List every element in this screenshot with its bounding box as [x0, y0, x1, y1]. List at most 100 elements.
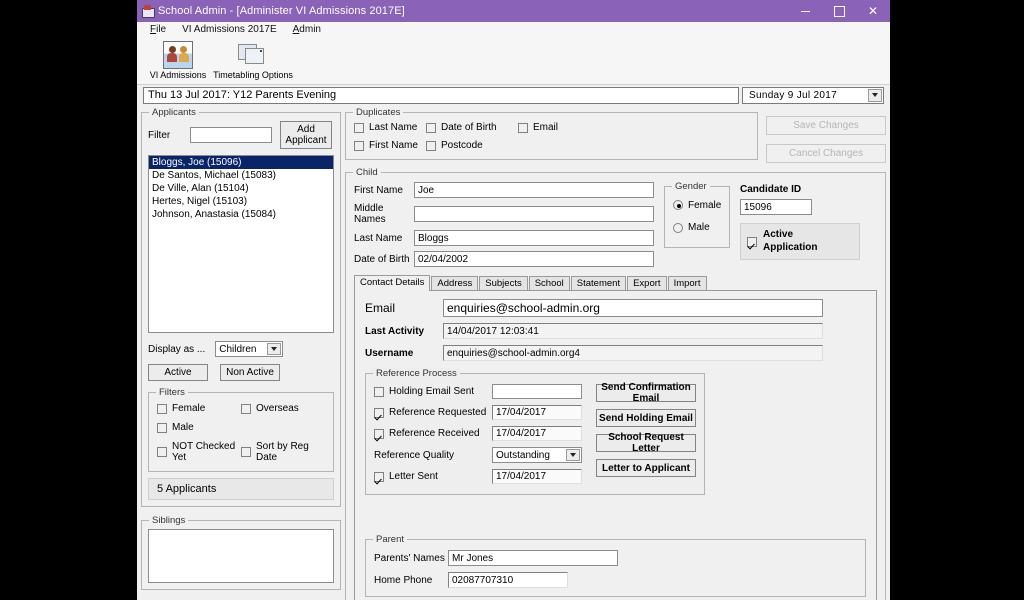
letter-sent-date[interactable]: 17/04/2017 [492, 469, 582, 484]
gender-radio-male[interactable]: Male [673, 222, 710, 233]
tab-address[interactable]: Address [431, 276, 479, 290]
send-holding-email-button[interactable]: Send Holding Email [596, 409, 696, 427]
toolbar-button-vi-admissions[interactable]: VI Admissions [145, 39, 211, 80]
reference-process-title: Reference Process [373, 368, 460, 379]
tab-subjects[interactable]: Subjects [479, 276, 528, 290]
chevron-down-icon[interactable] [267, 343, 282, 355]
active-application-label-line2: Application [763, 241, 818, 253]
reference-requested-date[interactable]: 17/04/2017 [492, 405, 582, 420]
email-row: Email enquiries@school-admin.org [365, 299, 866, 317]
cancel-changes-button[interactable]: Cancel Changes [766, 144, 886, 163]
tab-import[interactable]: Import [667, 276, 707, 290]
menu-item-file[interactable]: File [142, 24, 174, 35]
list-item[interactable]: Johnson, Anastasia (15084) [149, 208, 333, 221]
menu-item-vi-admissions[interactable]: VI Admissions 2017E [174, 24, 285, 35]
active-application-checkbox[interactable] [747, 236, 757, 247]
middle-names-input[interactable] [414, 206, 654, 222]
filter-label-not-checked-yet: NOT Checked Yet [172, 441, 236, 463]
reference-checkbox-holding-email-sent[interactable]: Holding Email Sent [374, 386, 492, 397]
filter-checkbox-not-checked-yet[interactable]: NOT Checked Yet [157, 441, 241, 463]
tab-contact-details[interactable]: Contact Details [354, 275, 431, 291]
reference-process-group: Reference Process Holding Email Sent Ref… [365, 368, 705, 495]
reference-checkbox-letter-sent[interactable]: Letter Sent [374, 471, 492, 482]
date-picker-value: Sunday 9 Jul 2017 [749, 89, 837, 101]
date-picker[interactable]: Sunday 9 Jul 2017 [742, 86, 884, 104]
reference-checkbox-reference-requested[interactable]: Reference Requested [374, 407, 492, 418]
filter-checkbox-overseas[interactable]: Overseas [241, 403, 325, 414]
menu-item-admin[interactable]: Admin [285, 24, 329, 35]
candidate-id-label: Candidate ID [740, 184, 802, 195]
display-as-value: Children [219, 343, 257, 355]
duplicate-label-last-name: Last Name [369, 122, 418, 133]
send-confirmation-email-button[interactable]: Send Confirmation Email [596, 382, 696, 404]
save-changes-button[interactable]: Save Changes [766, 116, 886, 135]
child-field-date-of-birth: Date of Birth [354, 251, 654, 267]
home-phone-input[interactable]: 02087707310 [448, 572, 568, 588]
maximize-button[interactable] [822, 0, 856, 22]
siblings-group-title: Siblings [149, 515, 189, 526]
duplicate-checkbox-postcode[interactable]: Postcode [426, 140, 518, 151]
toolbar-button-timetabling-options[interactable]: Timetabling Options [211, 39, 295, 80]
duplicate-label-first-name: First Name [369, 140, 418, 151]
date-of-birth-input[interactable] [414, 251, 654, 267]
child-label-middle-names: Middle Names [354, 203, 386, 225]
applicants-count: 5 Applicants [148, 478, 334, 500]
filter-checkbox-female[interactable]: Female [157, 403, 241, 414]
duplicate-checkbox-first-name[interactable]: First Name [354, 140, 426, 151]
list-item[interactable]: Hertes, Nigel (15103) [149, 195, 333, 208]
parents-names-label: Parents' Names [374, 552, 445, 564]
close-button[interactable]: ✕ [856, 0, 890, 22]
siblings-list[interactable] [148, 529, 334, 583]
list-item[interactable]: Bloggs, Joe (15096) [149, 156, 333, 169]
child-field-last-name: Last Name [354, 230, 654, 246]
title-bar: School Admin - [Administer VI Admissions… [137, 0, 890, 22]
gender-radio-female[interactable]: Female [673, 200, 721, 211]
duplicate-label-email: Email [533, 122, 559, 133]
toolbar-label-vi-admissions: VI Admissions [149, 70, 207, 80]
duplicate-checkbox-last-name[interactable]: Last Name [354, 122, 426, 133]
last-name-input[interactable] [414, 230, 654, 246]
list-item[interactable]: De Ville, Alan (15104) [149, 182, 333, 195]
reference-quality-value: Outstanding [496, 449, 550, 461]
toolbar-label-timetabling-options: Timetabling Options [213, 70, 293, 80]
reference-quality-select[interactable]: Outstanding [492, 447, 582, 463]
applicants-list[interactable]: Bloggs, Joe (15096) De Santos, Michael (… [148, 155, 334, 333]
left-column: Applicants Filter Add Applicant Bloggs, … [141, 107, 341, 600]
non-active-button[interactable]: Non Active [220, 364, 280, 381]
reference-received-date[interactable]: 17/04/2017 [492, 426, 582, 441]
chevron-down-icon[interactable] [566, 449, 580, 461]
display-as-row: Display as ... Children [148, 341, 334, 357]
duplicate-checkbox-email[interactable]: Email [518, 122, 749, 133]
active-application-label-line1: Active [763, 229, 794, 240]
child-label-first-name: First Name [354, 184, 403, 196]
first-name-input[interactable] [414, 182, 654, 198]
school-request-letter-button[interactable]: School Request Letter [596, 432, 696, 454]
active-application-panel[interactable]: Active Application [740, 223, 860, 260]
display-as-select[interactable]: Children [215, 341, 284, 357]
email-input[interactable]: enquiries@school-admin.org [443, 299, 823, 317]
add-applicant-button[interactable]: Add Applicant [280, 121, 332, 149]
tab-school[interactable]: School [528, 276, 570, 290]
candidate-id-input[interactable] [740, 199, 812, 215]
minimize-button[interactable] [788, 0, 822, 22]
tab-statement[interactable]: Statement [570, 276, 627, 290]
tab-export[interactable]: Export [627, 276, 667, 290]
filter-checkbox-male[interactable]: Male [157, 422, 241, 433]
filter-input[interactable] [190, 127, 272, 143]
letter-to-applicant-button[interactable]: Letter to Applicant [596, 459, 696, 477]
gender-label-female: Female [688, 199, 722, 211]
list-item[interactable]: De Santos, Michael (15083) [149, 169, 333, 182]
filter-checkbox-sort-by-reg-date[interactable]: Sort by Reg Date [241, 441, 325, 463]
parents-names-input[interactable]: Mr Jones [448, 550, 618, 566]
duplicate-label-date-of-birth: Date of Birth [441, 122, 497, 133]
reference-checkbox-reference-received[interactable]: Reference Received [374, 428, 492, 439]
duplicate-checkbox-date-of-birth[interactable]: Date of Birth [426, 122, 518, 133]
screen: School Admin - [Administer VI Admissions… [0, 0, 1024, 600]
active-button[interactable]: Active [148, 364, 208, 381]
chevron-down-icon[interactable] [868, 88, 882, 102]
holding-email-sent-date[interactable] [492, 384, 582, 399]
right-column: Duplicates Last Name Date of Birth Email… [345, 107, 886, 600]
gender-label-male: Male [688, 222, 710, 233]
contact-details-panel: Email enquiries@school-admin.org Last Ac… [354, 291, 877, 600]
filter-label: Filter [148, 129, 171, 141]
